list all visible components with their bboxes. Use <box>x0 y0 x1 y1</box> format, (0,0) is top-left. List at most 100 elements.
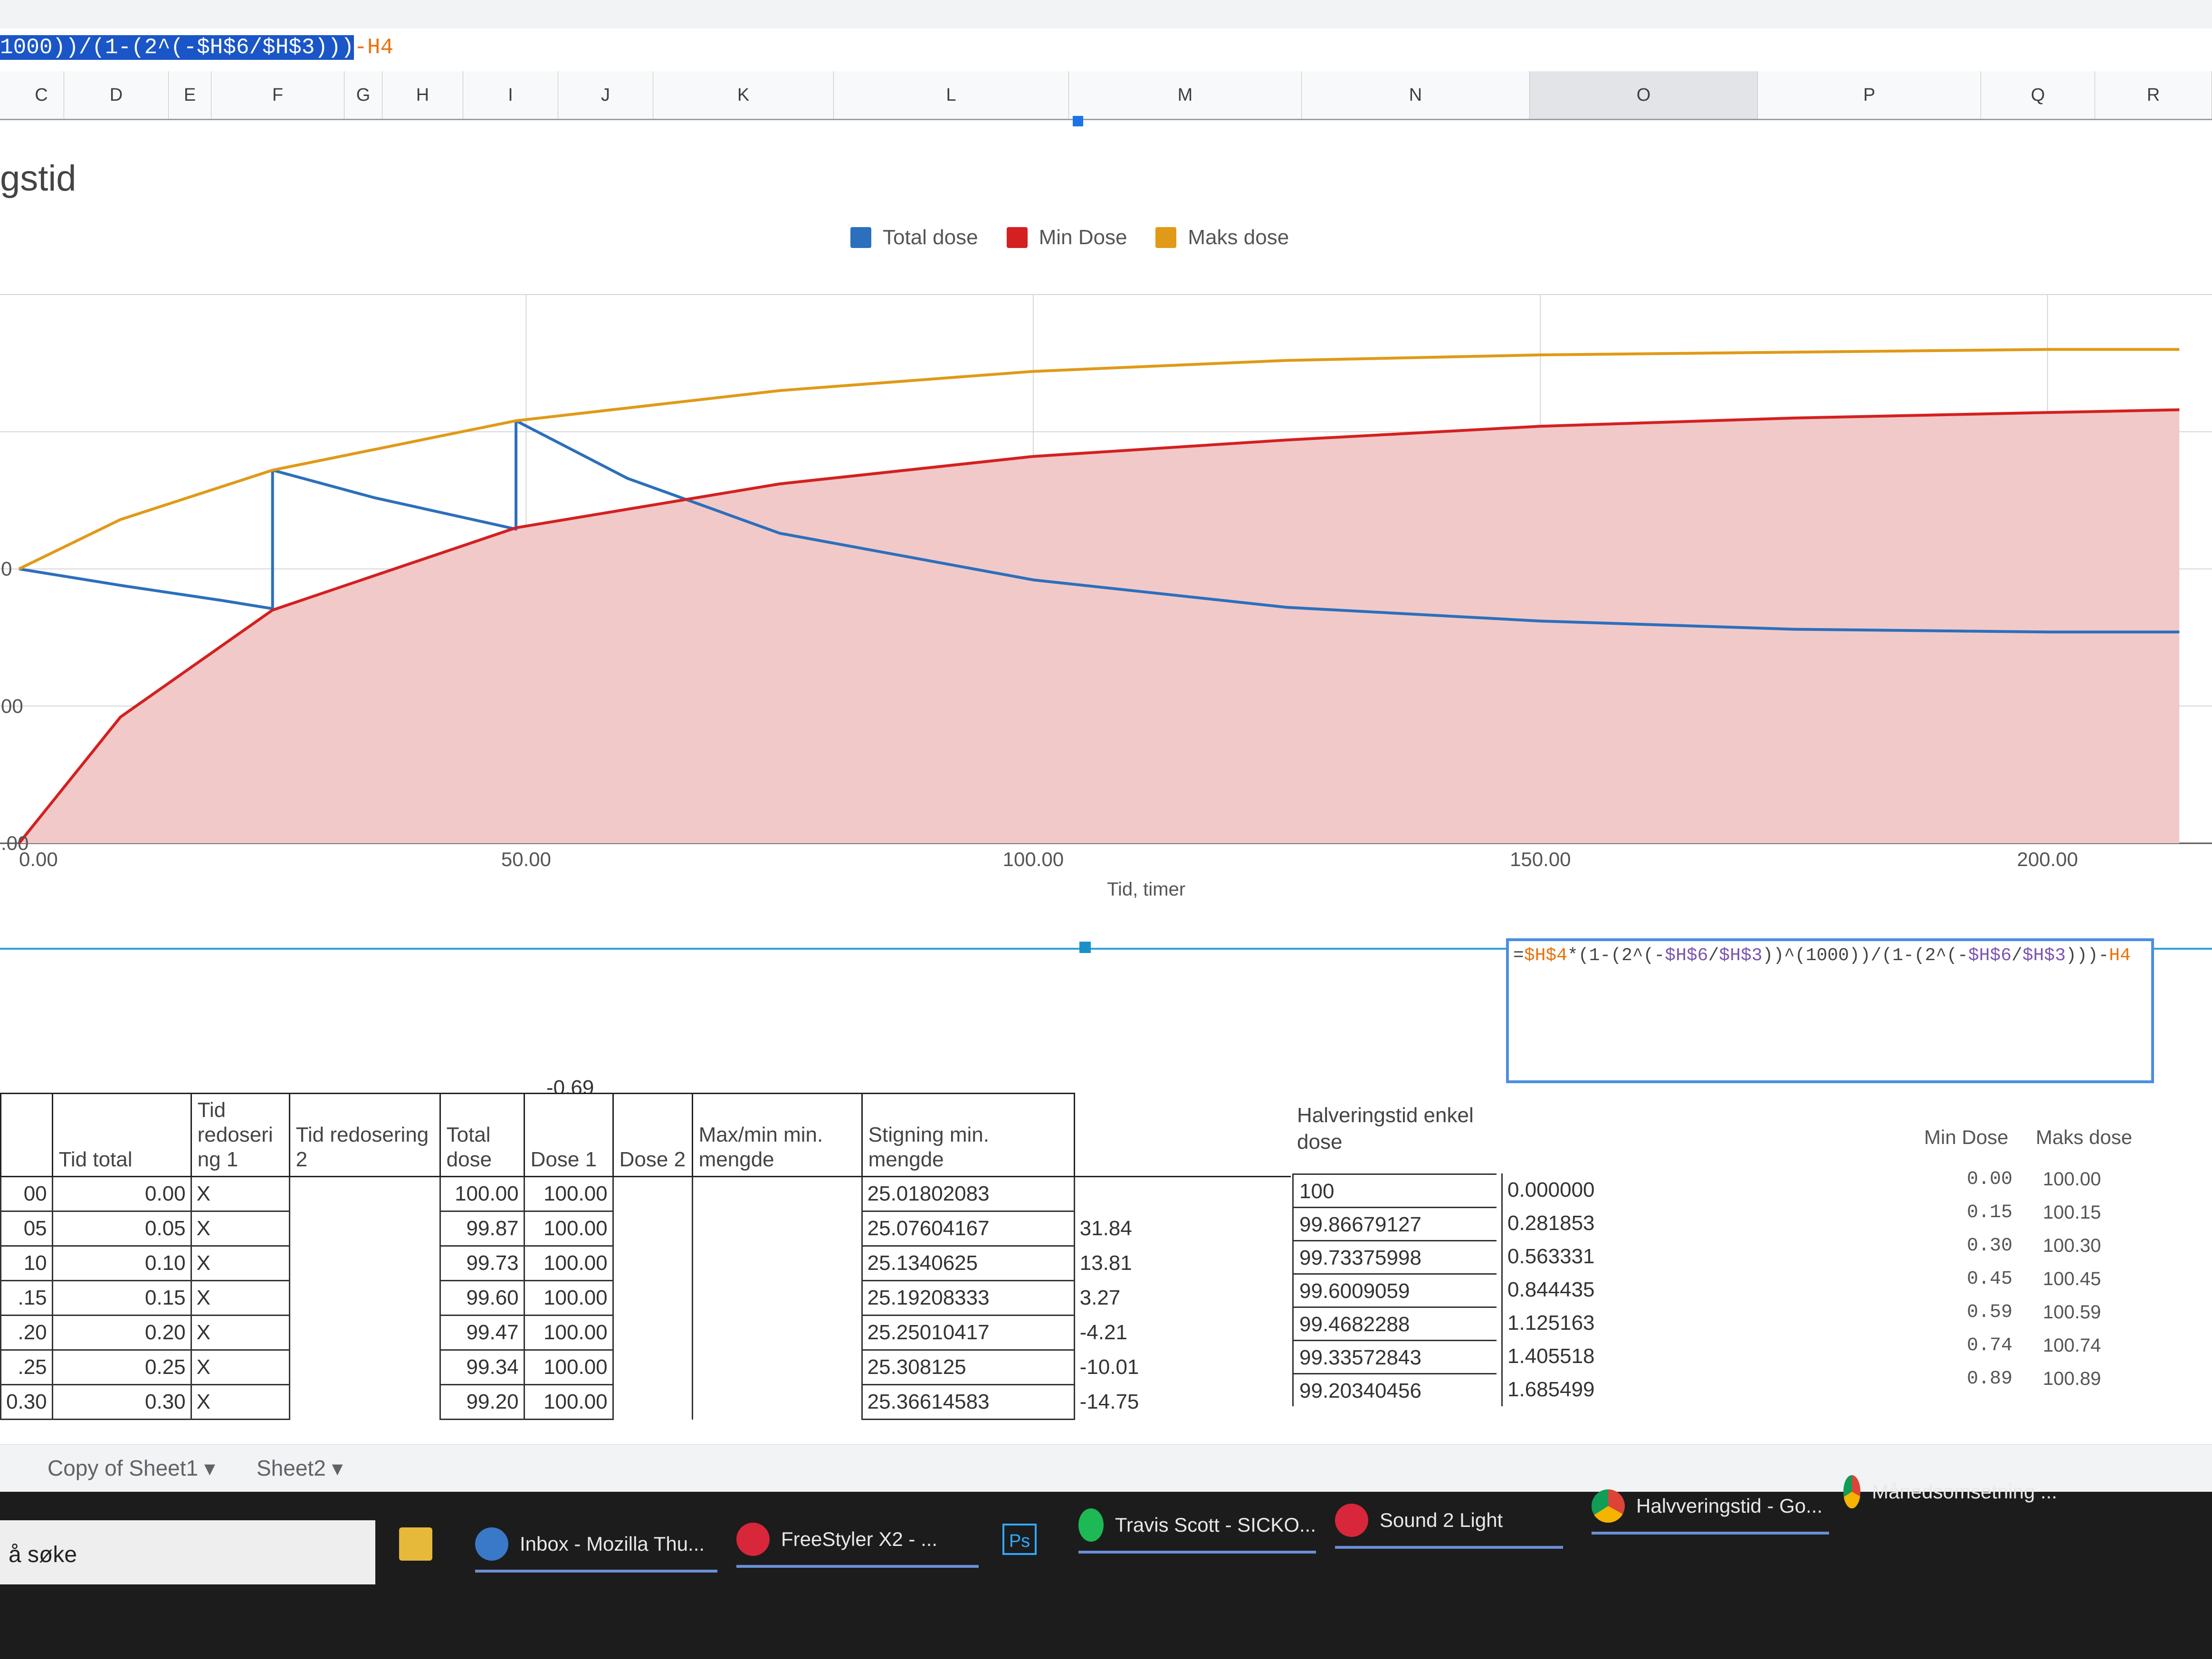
table-header[interactable]: Tid redoseri ng 1 <box>190 1093 290 1177</box>
min-dose-cell[interactable]: 0.45 <box>1967 1268 2012 1290</box>
right-table-header[interactable]: Min Dose <box>1924 1126 2008 1149</box>
table-cell[interactable]: 100.00 <box>523 1280 614 1316</box>
table-cell[interactable] <box>288 1176 441 1211</box>
table-cell[interactable] <box>288 1315 441 1350</box>
table-cell[interactable]: 00 <box>0 1176 53 1212</box>
table-cell[interactable]: -14.75 <box>1073 1384 1291 1420</box>
table-cell[interactable]: .25 <box>0 1349 53 1385</box>
taskbar-file-explorer[interactable] <box>399 1516 444 1573</box>
table-cell[interactable]: 100.00 <box>523 1384 614 1420</box>
table-cell[interactable] <box>288 1350 441 1385</box>
right-table-header[interactable]: Maks dose <box>2036 1126 2132 1149</box>
maks-dose-cell[interactable]: 100.74 <box>2043 1335 2101 1356</box>
table-cell[interactable]: X <box>191 1211 290 1247</box>
table-cell[interactable]: 13.81 <box>1073 1246 1291 1281</box>
table-cell[interactable] <box>691 1246 863 1281</box>
cell-editor-formula[interactable]: =$H$4*(1-(2^(-$H$6/$H$3))^(1000))/(1-(2^… <box>1513 945 2131 966</box>
table-cell[interactable]: 25.07604167 <box>861 1211 1075 1247</box>
table-cell[interactable]: .15 <box>0 1280 53 1316</box>
table-cell[interactable] <box>288 1246 441 1281</box>
min-dose-cell[interactable]: 0.74 <box>1967 1335 2012 1356</box>
table-cell[interactable] <box>288 1211 441 1246</box>
table-cell[interactable]: 99.20 <box>439 1384 525 1420</box>
maks-dose-cell[interactable]: 100.45 <box>2043 1268 2101 1290</box>
maks-dose-cell[interactable]: 100.59 <box>2043 1302 2101 1323</box>
table-cell[interactable]: X <box>191 1280 290 1316</box>
column-header[interactable]: P <box>1758 71 1981 119</box>
table-cell[interactable] <box>612 1384 693 1420</box>
table-cell[interactable] <box>691 1211 863 1246</box>
taskbar-item-thunderbird[interactable]: Inbox - Mozilla Thu... <box>475 1516 717 1573</box>
halvering-cell[interactable]: 99.73375998 <box>1292 1240 1497 1273</box>
table-header[interactable]: Max/min min. mengde <box>691 1093 863 1177</box>
table-cell[interactable]: 0.30 <box>0 1384 53 1420</box>
table-cell[interactable]: X <box>191 1245 290 1281</box>
table-cell[interactable]: X <box>191 1384 290 1420</box>
table-header[interactable]: Total dose <box>439 1093 525 1177</box>
table-cell[interactable] <box>612 1315 693 1350</box>
table-cell[interactable]: 100.00 <box>523 1245 614 1281</box>
table-cell[interactable] <box>691 1350 863 1385</box>
table-cell[interactable]: 99.47 <box>439 1315 525 1351</box>
column-header[interactable]: N <box>1302 71 1530 119</box>
table-cell[interactable]: 25.1340625 <box>861 1245 1075 1281</box>
table-cell[interactable]: 25.308125 <box>861 1349 1075 1385</box>
table-cell[interactable]: X <box>191 1315 290 1351</box>
table-cell[interactable]: 25.36614583 <box>861 1384 1075 1420</box>
table-header[interactable] <box>1073 1093 1291 1177</box>
column-header[interactable]: F <box>211 71 344 119</box>
fraction-cell[interactable]: 0.844435 <box>1501 1273 1678 1306</box>
table-cell[interactable]: -10.01 <box>1073 1350 1291 1385</box>
column-header[interactable]: O <box>1530 71 1758 119</box>
maks-dose-cell[interactable]: 100.30 <box>2043 1235 2101 1257</box>
legend-item-maks-dose[interactable]: Maks dose <box>1155 226 1289 249</box>
fraction-cell[interactable]: 0.281853 <box>1501 1207 1678 1240</box>
halvering-cell[interactable]: 99.86679127 <box>1292 1207 1497 1240</box>
table-cell[interactable] <box>612 1211 693 1246</box>
table-cell[interactable]: 99.34 <box>439 1349 525 1385</box>
table-cell[interactable] <box>612 1246 693 1281</box>
taskbar-item-photoshop[interactable]: Ps <box>1002 1511 1037 1568</box>
fraction-cell[interactable]: 1.685499 <box>1501 1373 1678 1406</box>
column-header[interactable]: L <box>834 71 1069 119</box>
table-cell[interactable]: 31.84 <box>1073 1211 1291 1246</box>
table-cell[interactable]: 25.19208333 <box>861 1280 1075 1316</box>
table-cell[interactable]: .20 <box>0 1315 53 1351</box>
table-cell[interactable] <box>691 1280 863 1316</box>
table-cell[interactable]: 0.00 <box>51 1176 192 1212</box>
table-cell[interactable]: -4.21 <box>1073 1315 1291 1350</box>
table-cell[interactable] <box>691 1315 863 1350</box>
maks-dose-cell[interactable]: 100.89 <box>2043 1368 2101 1390</box>
min-dose-cell[interactable]: 0.30 <box>1967 1235 2012 1257</box>
halvering-cell[interactable]: 99.4682288 <box>1292 1306 1497 1340</box>
sheet-tab-sheet2[interactable]: Sheet2 ▾ <box>257 1454 343 1482</box>
taskbar-item-sound2light[interactable]: Sound 2 Light <box>1335 1492 1563 1549</box>
table-header[interactable]: Stigning min. mengde <box>861 1093 1075 1177</box>
column-header[interactable]: E <box>169 71 211 119</box>
table-cell[interactable]: 0.05 <box>51 1211 192 1247</box>
table-cell[interactable] <box>612 1350 693 1385</box>
column-header[interactable]: C <box>19 71 64 119</box>
chart-plot[interactable]: 0.00 50.00 100.00 150.00 200.00000.00 <box>0 285 2212 869</box>
table-cell[interactable]: 99.87 <box>439 1211 525 1247</box>
table-header[interactable]: Tid total <box>51 1093 192 1177</box>
taskbar-item-chrome-manedsomsetning[interactable]: Månedsomsetning ... <box>1843 1463 2057 1520</box>
min-dose-cell[interactable]: 0.00 <box>1967 1169 2012 1190</box>
table-cell[interactable] <box>691 1176 863 1211</box>
table-cell[interactable] <box>288 1280 441 1316</box>
table-cell[interactable]: 25.01802083 <box>861 1176 1075 1212</box>
legend-item-total-dose[interactable]: Total dose <box>850 226 978 249</box>
halvering-cell[interactable]: 99.6009059 <box>1292 1273 1497 1306</box>
table-cell[interactable]: 100.00 <box>439 1176 525 1212</box>
table-cell[interactable]: 99.60 <box>439 1280 525 1316</box>
table-cell[interactable]: 100.00 <box>523 1315 614 1351</box>
table-cell[interactable] <box>1073 1176 1291 1211</box>
table-cell[interactable]: X <box>191 1349 290 1385</box>
column-header[interactable]: M <box>1069 71 1302 119</box>
table-header[interactable]: Dose 1 <box>523 1093 614 1177</box>
min-dose-cell[interactable]: 0.59 <box>1967 1302 2012 1323</box>
table-cell[interactable] <box>612 1280 693 1316</box>
table-cell[interactable]: 100.00 <box>523 1349 614 1385</box>
table-cell[interactable] <box>691 1384 863 1420</box>
table-header[interactable] <box>0 1093 53 1177</box>
